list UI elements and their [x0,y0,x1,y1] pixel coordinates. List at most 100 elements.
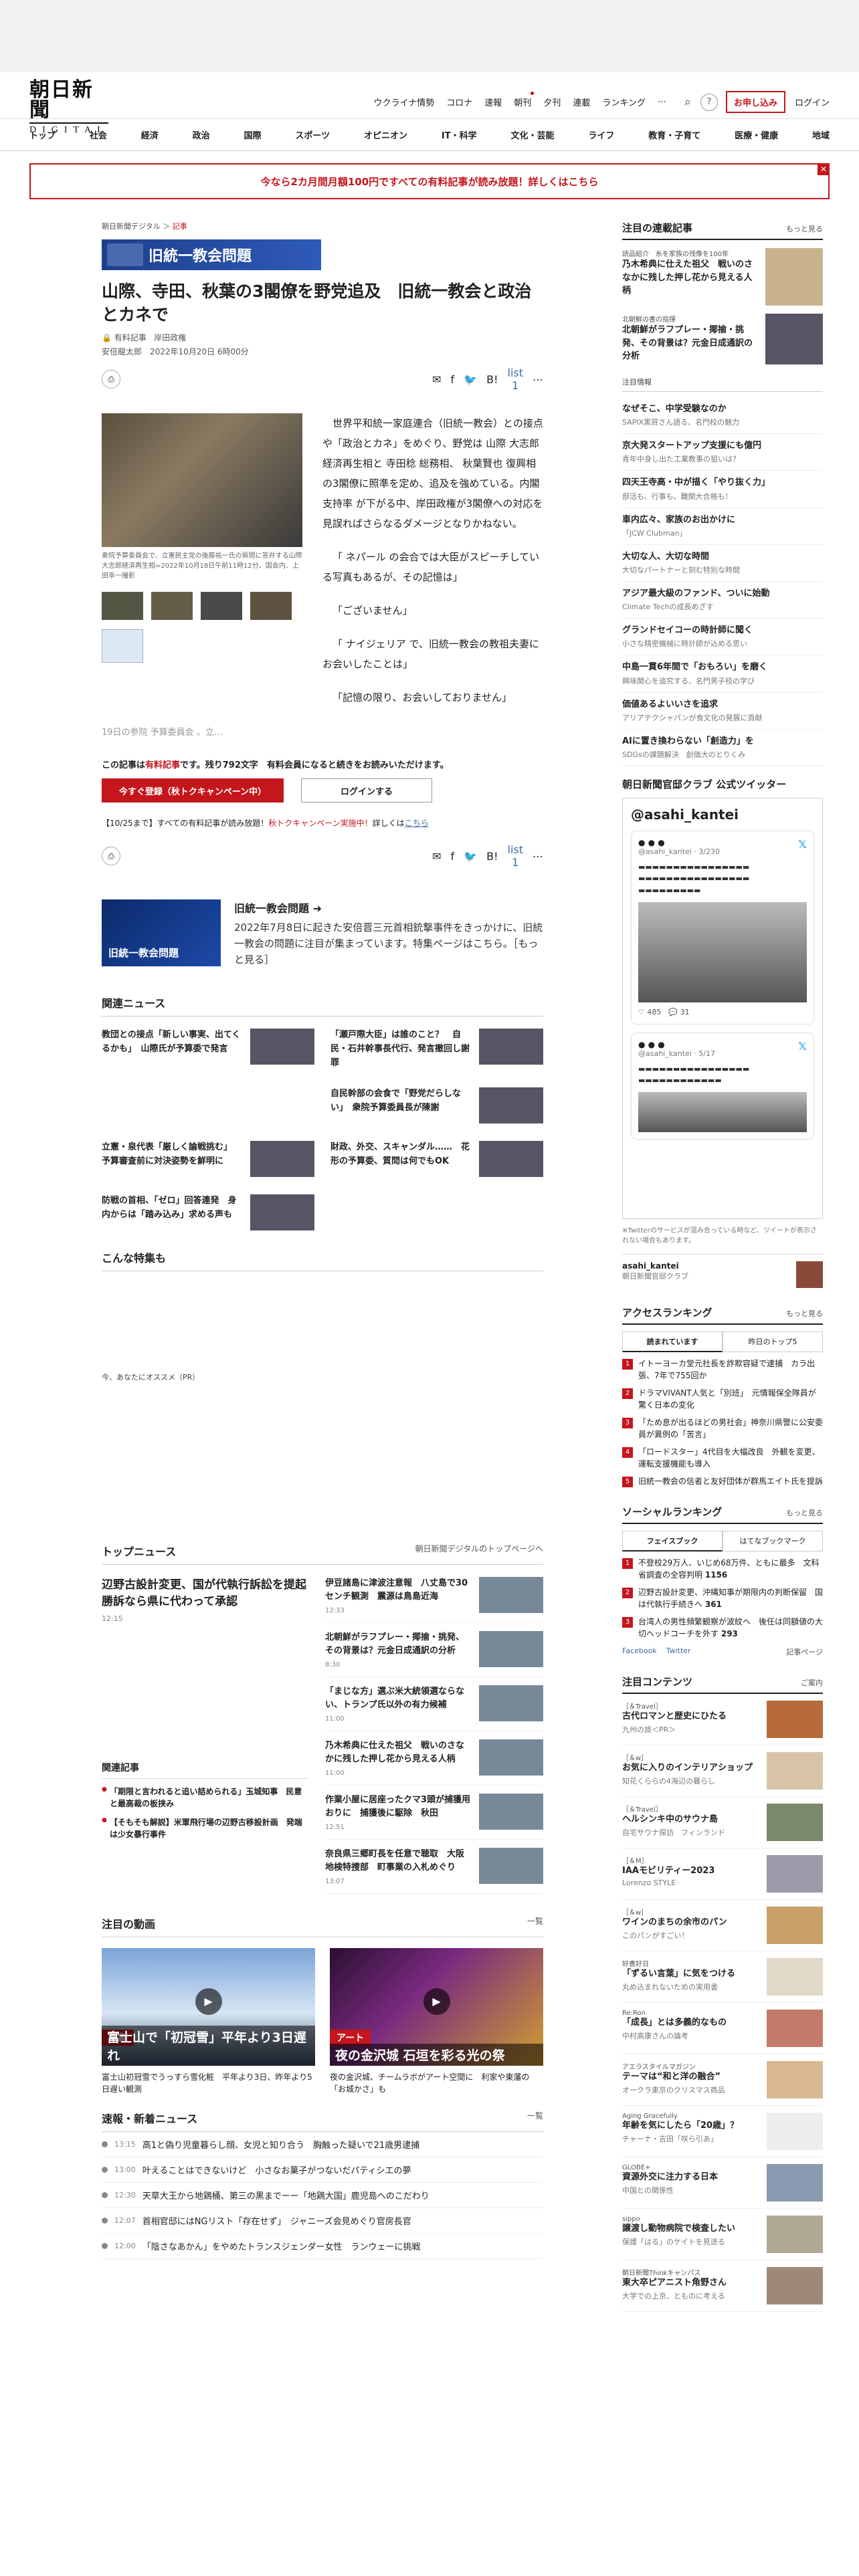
login-link[interactable]: ログイン [795,96,830,108]
twitter-icon[interactable]: 🐦 [464,850,477,863]
serial-heading[interactable]: 注目の連載記事 [622,221,692,235]
play-icon[interactable]: ▶ [423,1988,450,2015]
util-link-corona[interactable]: コロナ [440,96,478,108]
breaking-item[interactable]: 12:07 首相官邸にはNGリスト「存在せず」 ジャニーズ会見めぐり官房長官 [102,2208,543,2234]
article-page-link[interactable]: 記事ページ [786,1646,823,1657]
util-link-ranking[interactable]: ランキング [596,96,652,108]
serial-more-link[interactable]: もっと見る [786,223,823,234]
content-item[interactable]: ［＆w］ お気に入りのインテリアショップ 知花くららの4海辺の暮らし [622,1745,823,1797]
tweet-card[interactable]: 𝕏 ● ● ● @asahi_kantei · 3/230 ▬▬▬▬▬▬▬▬▬▬… [631,830,814,1025]
tweet-photo[interactable] [638,1091,807,1132]
breaking-item[interactable]: 12:30 天草大王から地鶏桶、第三の黒までーー「地鶏大国」鹿児島へのこだわり [102,2183,543,2209]
content-item[interactable]: 朝日新聞Thinkキャンパス 東大卒ピアニスト角野さん 大学での上京、とものに考える [622,2260,823,2312]
social-ranking-heading[interactable]: ソーシャルランキング [622,1505,722,1519]
content-item[interactable]: GLOBE+ 資源外交に注力する日本 中国との関係性 [622,2157,823,2209]
ranking-item[interactable]: 1 不登校29万人、いじめ68万件、ともに最多 文科省調査の全容判明 1156 [622,1557,823,1581]
related-item[interactable]: 自民幹部の会食で「野党だらしない」 衆院予算委員長が陳謝 [330,1087,543,1124]
tab-facebook[interactable]: フェイスブック [622,1530,723,1551]
pr-item[interactable]: 価値あるよいいさを追求 アリアテクシャパンが食文化の発展に貢献 [622,693,823,730]
top-news-item[interactable]: 「まじな方」選ぶ米大統領選ならない、トランプ氏以外の有力候補 11:00 [325,1685,543,1732]
top-news-item[interactable]: 奈良県三郷町長を任意で聴取 大阪地検特捜部 町事業の入札めぐり 13:07 [325,1848,543,1895]
pr-item[interactable]: なぜそこ、中学受験なのか SAPIX黒質さん語る、名門校の魅力 [622,397,823,435]
videos-more-link[interactable]: 一覧 [527,1915,543,1931]
access-more-link[interactable]: もっと見る [786,1308,823,1319]
pr-item[interactable]: アジア最大級のファンド、ついに始動 Climate Techの成長めざす [622,582,823,619]
ranking-item[interactable]: 5 旧統一教会の信者と友好団体が群馬エイト氏を提訴 [622,1475,823,1487]
more-menu-icon[interactable]: ⋯ [652,97,672,107]
related-item[interactable]: 「瀬戸際大臣」は誰のこと？ 自民・石井幹事長代行、発言撤回し謝罪 [330,1029,543,1070]
video-card[interactable]: ▶ アート 夜の金沢城 石垣を彩る光の祭 夜の金沢城、チームラボがアート空間に … [330,1948,543,2095]
twitter-handle[interactable]: @asahi_kantei [631,807,814,823]
twitter-link[interactable]: Twitter [666,1646,691,1657]
top-news-item[interactable]: 乃木希典に仕えた祖父 戦いのさなかに残した押し花から見える人柄 11:00 [325,1739,543,1786]
nav-economy[interactable]: 経済 [141,128,159,141]
related-item[interactable]: 教団との接点「新しい事実、出てくるかも」 山際氏が予算委で発言 [102,1029,314,1070]
related-item[interactable]: 財政、外交、スキャンダル…… 花形の予算委、質問は何でもOK [330,1141,543,1178]
twitter-icon[interactable]: 🐦 [464,373,477,386]
lead-headline[interactable]: 辺野古設計変更、国が代執行訴訟を提起 勝訴なら県に代わって承認 [102,1577,318,1610]
top-news-item[interactable]: 伊豆諸島に津波注意報 八丈島で30センチ観測 震源は鳥島近海 12:33 [325,1577,543,1624]
top-page-link[interactable]: 朝日新聞デジタルのトップページへ [415,1543,543,1559]
play-icon[interactable]: ▶ [195,1988,222,2015]
list-button[interactable]: list 1 [508,366,524,392]
util-link-morning[interactable]: 朝刊 [508,92,537,108]
util-link-series[interactable]: 連載 [567,96,596,108]
ranking-item[interactable]: 3 台湾人の男性頻繁観察が波紋へ 後任は同額値の大切ヘッドコーチを外す 293 [622,1616,823,1640]
content-item[interactable]: sippo 譲渡し動物病院で検査したい 保護「はる」のケイトを見送る [622,2209,823,2260]
asahi-logo[interactable]: 朝日新聞 DIGITAL [29,80,108,135]
print-icon[interactable]: ⎙ [102,847,120,865]
content-item[interactable]: アエラスタイルマガジン テーマは“和と洋の融合” オークラ東京のクリスマス商品 [622,2054,823,2106]
facebook-icon[interactable]: f [451,373,455,386]
content-item[interactable]: Re:Ron 「成長」とは多義的なもの 中村高康さんの論考 [622,2003,823,2054]
breaking-item[interactable]: 13:00 叶えることはできないけど 小さなお菓子がつないだパティシエの夢 [102,2157,543,2183]
thumbnail[interactable] [151,592,193,620]
register-button[interactable]: 今すぐ登録（秋トクキャンペーン中） [102,778,284,802]
content-item[interactable]: ［＆Travel］ ヘルシンキ中のサウナ島 自宅サウナ探訪 フィンランド [622,1797,823,1848]
nav-politics[interactable]: 政治 [193,128,210,141]
content-item[interactable]: 好書好日 「ずるい言葉」に気をつける 丸め込まれないための実用書 [622,1951,823,2003]
ranking-item[interactable]: 3 「ため息が出るほどの男社会」神奈川県警に公安委員が異例の「苦言」 [622,1416,823,1440]
util-link-breaking[interactable]: 速報 [478,96,508,108]
breaking-item[interactable]: 12:00 「陰さなあかん」をやめたトランスジェンダー女性 ランウェーに挑戦 [102,2234,543,2260]
ranking-item[interactable]: 2 ドラマVIVANT人気と「別班」 元情報保全隊員が驚く日本の変化 [622,1387,823,1411]
content-item[interactable]: ［＆w］ ワインのまちの余市のパン このパンがすごい！ [622,1900,823,1951]
serial-item[interactable]: 読品紹介 糸を家族の残像を100年 乃木希典に仕えた祖父 戦いのさなかに残した押し… [622,248,823,306]
facebook-icon[interactable]: f [451,850,455,863]
social-more-link[interactable]: もっと見る [786,1507,823,1518]
pr-item[interactable]: AIに置き換わらない「創造力」を SDGsの課題解決 創価大のとりくみ [622,730,823,766]
nav-sports[interactable]: スポーツ [295,128,330,141]
nav-opinion[interactable]: オピニオン [364,128,407,141]
campaign-link[interactable]: こちら [405,819,429,828]
tab-hatena[interactable]: はてなブックマーク [723,1530,823,1551]
list-button[interactable]: list 1 [508,843,524,869]
heart-icon[interactable]: ♡ [638,1008,645,1016]
twitter-account[interactable]: asahi_kantei 朝日新聞官邸クラブ [622,1253,823,1288]
facebook-link[interactable]: Facebook [622,1646,657,1657]
paywall-login-button[interactable]: ログインする [301,778,432,802]
pr-item[interactable]: 京大発スタートアップ支援にも億円 青年中身し出た工業教事の狙いは？ [622,434,823,471]
pr-item[interactable]: グランドセイコーの時計師に聞く 小さな精密機械に時計師が込める思い [622,619,823,656]
search-icon[interactable]: ⌕ [679,94,696,111]
subscribe-button[interactable]: お申し込み [725,91,785,113]
related-item[interactable]: 防戦の首相、「ゼロ」回答連発 身内からは「踏み込み」求める声も [102,1194,314,1231]
topic-tag[interactable]: 岸田政権 [154,333,186,342]
more-icon[interactable]: ⋯ [533,850,543,863]
util-link-ukraine[interactable]: ウクライナ情勢 [368,96,441,108]
print-icon[interactable]: ⎙ [102,370,120,389]
tab-yesterday-top5[interactable]: 昨日のトップ5 [723,1331,823,1352]
pr-item[interactable]: 大切な人、大切な時間 大切なパートナーと刻む特別な時間 [622,545,823,582]
thumbnail[interactable] [102,629,143,663]
close-icon[interactable]: ✕ [818,163,830,175]
nav-international[interactable]: 国際 [244,128,262,141]
nav-it-science[interactable]: IT・科学 [442,128,477,141]
mail-icon[interactable]: ✉ [432,373,441,386]
pr-item[interactable]: 中島一貫6年間で「おもろい」を磨く 興味関心を追究する、名門男子校の学び [622,655,823,693]
tweet-photo[interactable] [638,901,807,1002]
thumbnail[interactable] [250,592,292,620]
ranking-item[interactable]: 4 「ロードスター」4代目を大幅改良 外観を変更、運転支援機能も導入 [622,1446,823,1470]
more-icon[interactable]: ⋯ [533,373,543,386]
feature-banner[interactable]: 旧統一教会問題 [102,239,321,270]
related-item[interactable]: 立憲・泉代表「厳しく論戦挑む」 予算審査前に対決姿勢を鮮明に [102,1141,314,1178]
util-link-evening[interactable]: 夕刊 [537,96,567,108]
contents-more-link[interactable]: ご案内 [801,1677,823,1688]
